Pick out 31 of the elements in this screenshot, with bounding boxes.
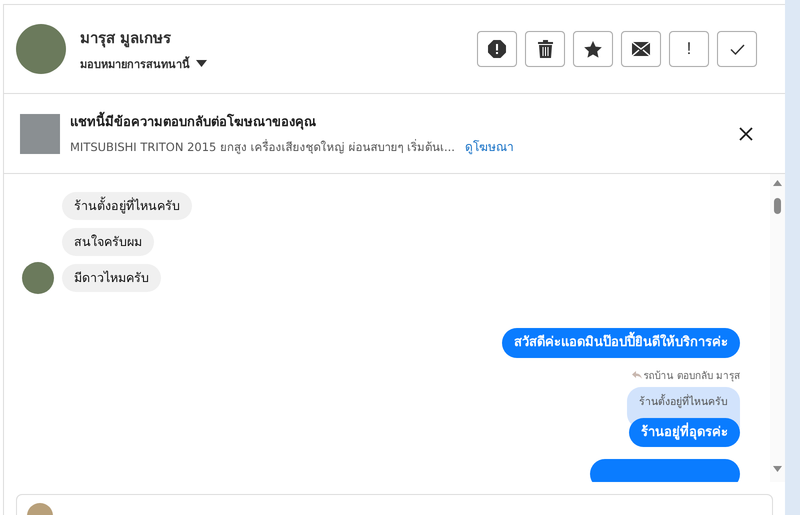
- reply-note: รถบ้าน ตอบกลับ มารุส: [644, 370, 740, 383]
- ad-description: MITSUBISHI TRITON 2015 ยกสูง เครื่องเสียงชุดใหญ่ ผ่อนสบายๆ เริ่มต้นเ...: [70, 138, 455, 156]
- star-button[interactable]: [573, 31, 613, 67]
- caret-icon: [196, 60, 207, 67]
- star-icon: [584, 40, 602, 58]
- photo-placeholder: [20, 114, 60, 154]
- reply-icon: [632, 371, 642, 380]
- scroll-up-icon: [773, 180, 782, 186]
- scroll-down-icon: [773, 466, 782, 472]
- alert-button[interactable]: [477, 31, 517, 67]
- message-bubble: สวัสดีค่ะแอดมินป๊อปปี้ยินดีให้บริการค่ะ: [502, 328, 740, 358]
- trash-button[interactable]: [525, 31, 565, 67]
- avatar: [16, 24, 66, 74]
- contact-name: มารุส มูลเกษร: [80, 28, 172, 50]
- message-bubble: สนใจครับผม: [62, 228, 154, 256]
- trash-icon: [538, 40, 552, 58]
- exclaim-button[interactable]: !: [669, 31, 709, 67]
- mail-button[interactable]: [621, 31, 661, 67]
- check-icon: [730, 44, 744, 54]
- assign-dropdown[interactable]: มอบหมายการสนทนานี้: [80, 54, 477, 72]
- close-icon: [739, 126, 753, 140]
- check-button[interactable]: [717, 31, 757, 67]
- scrollbar[interactable]: [770, 174, 785, 482]
- message-bubble: ร้านอยู่ที่อุดรค่ะ: [629, 418, 740, 448]
- message-bubble: ร้านตั้งอยู่ที่ไหนครับ: [62, 192, 192, 220]
- alert-icon: [488, 40, 506, 58]
- view-ad-link[interactable]: ดูโฆษณา: [464, 137, 514, 156]
- ad-title: แชทนี้มีข้อความตอบกลับต่อโฆษณาของคุณ: [70, 111, 735, 132]
- scroll-thumb[interactable]: [774, 198, 781, 214]
- mail-icon: [632, 42, 650, 56]
- message-bubble: มีดาวไหมครับ: [62, 264, 161, 292]
